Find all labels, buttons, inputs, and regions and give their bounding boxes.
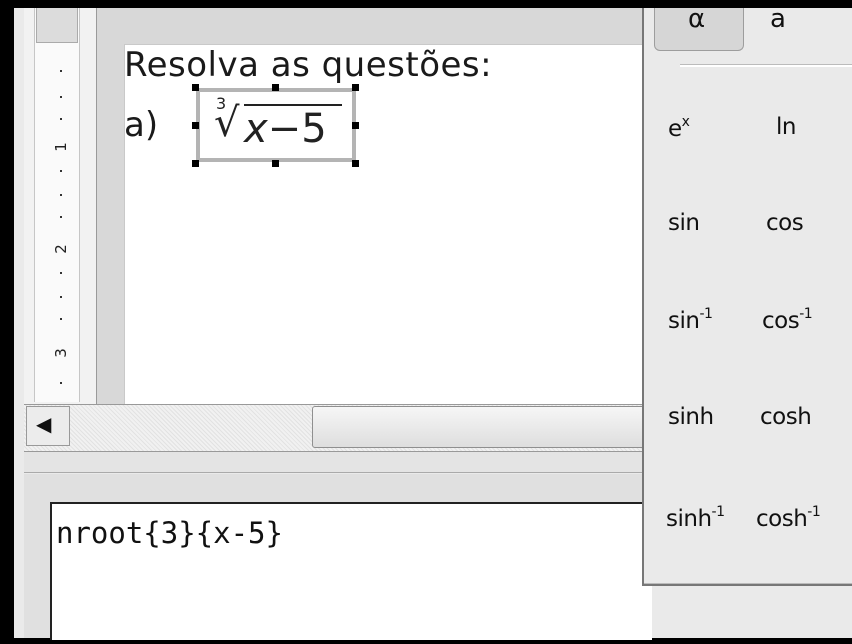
radicand-operand: −5 xyxy=(267,106,327,152)
radical-sign: √ xyxy=(214,100,240,146)
elements-panel xyxy=(642,8,852,586)
resize-handle-top-right[interactable] xyxy=(352,84,359,91)
element-sinh-button[interactable]: sinh xyxy=(668,404,714,430)
element-ln-button[interactable]: ln xyxy=(776,114,796,140)
window-splitter[interactable] xyxy=(24,452,650,473)
element-sin-button[interactable]: sin xyxy=(668,210,700,236)
ruler-tick xyxy=(60,70,62,72)
ruler-tick xyxy=(60,216,62,218)
tab-greek-label: α xyxy=(688,4,706,34)
resize-handle-bottom[interactable] xyxy=(272,160,279,167)
ruler-strip xyxy=(34,8,80,402)
resize-handle-left[interactable] xyxy=(192,122,199,129)
ruler-tick xyxy=(60,118,62,120)
ruler-label-2: 2 xyxy=(52,244,70,254)
scrollbar-thumb[interactable] xyxy=(312,406,650,448)
resize-handle-right[interactable] xyxy=(352,122,359,129)
resize-handle-bottom-left[interactable] xyxy=(192,160,199,167)
panel-divider xyxy=(680,64,852,67)
radicand: x−5 xyxy=(244,106,327,152)
element-arsinh-button[interactable]: sinh-1 xyxy=(666,504,725,532)
ruler-tick xyxy=(60,296,62,298)
ruler-tick xyxy=(60,382,62,384)
command-text[interactable]: nroot{3}{x-5} xyxy=(56,516,283,550)
element-arcosh-button[interactable]: cosh-1 xyxy=(756,504,821,532)
radicand-variable: x xyxy=(244,106,268,152)
ruler-cap xyxy=(36,8,78,43)
resize-handle-top-left[interactable] xyxy=(192,84,199,91)
triangle-left-icon: ◀ xyxy=(36,412,52,436)
ruler-label-1: 1 xyxy=(52,142,70,152)
ruler-tick xyxy=(60,194,62,196)
element-arcsin-button[interactable]: sin-1 xyxy=(668,306,713,334)
element-exp-button[interactable]: ex xyxy=(668,114,690,142)
ruler-tick xyxy=(60,96,62,98)
ruler-tick xyxy=(60,272,62,274)
element-arccos-button[interactable]: cos-1 xyxy=(762,306,813,334)
ruler-tick xyxy=(60,170,62,172)
ruler-tick xyxy=(60,318,62,320)
document-heading: Resolva as questões: xyxy=(124,45,493,85)
resize-handle-top[interactable] xyxy=(272,84,279,91)
ruler-label-3: 3 xyxy=(52,348,70,358)
element-cos-button[interactable]: cos xyxy=(766,210,804,236)
item-label: a) xyxy=(124,105,159,145)
resize-handle-bottom-right[interactable] xyxy=(352,160,359,167)
tab-latin-label[interactable]: a xyxy=(770,4,786,34)
element-cosh-button[interactable]: cosh xyxy=(760,404,812,430)
